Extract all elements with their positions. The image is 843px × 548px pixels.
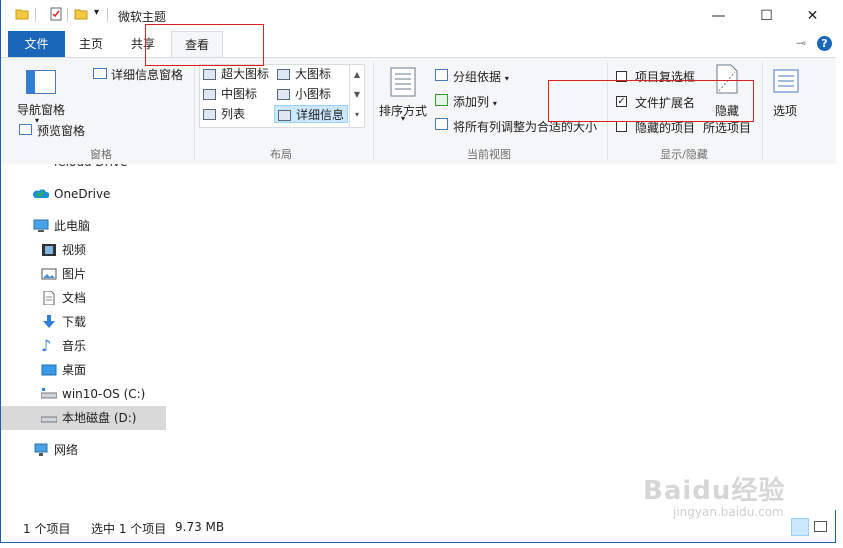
download-icon (43, 315, 55, 328)
group-by-icon (435, 69, 448, 81)
details-pane-button[interactable]: 详细信息窗格 (111, 66, 183, 83)
drive-c-icon (41, 388, 57, 399)
layout-large-icons[interactable]: 大图标 (277, 65, 331, 83)
options-icon (773, 69, 799, 93)
add-columns-button[interactable]: 添加列 ▾ (453, 93, 497, 110)
highlight-file-extensions (548, 80, 754, 122)
selected-size: 9.73 MB (175, 520, 225, 534)
network-icon (34, 443, 48, 456)
details-view-toggle[interactable] (791, 518, 809, 536)
details-icon (278, 110, 291, 121)
group-label-layout: 布局 (270, 148, 292, 161)
quick-access-dropdown-icon[interactable]: ▾ (94, 7, 99, 18)
nav-item-this-pc[interactable]: 此电脑 (1, 214, 166, 238)
layout-list[interactable]: 列表 (203, 105, 245, 123)
tab-home[interactable]: 主页 (67, 31, 115, 57)
add-columns-dropdown-icon: ▾ (492, 99, 497, 108)
close-button[interactable]: ✕ (790, 0, 835, 31)
nav-pane-button[interactable]: 导航窗格 (17, 101, 65, 118)
status-bar: 1 个项目 选中 1 个项目 9.73 MB (1, 515, 837, 541)
medium-icons-icon (203, 89, 216, 100)
nav-item-drive-c[interactable]: win10-OS (C:) (1, 382, 166, 406)
layout-gallery: 超大图标 大图标 中图标 小图标 列表 详细信息 ▲ ▼ ▾ (199, 64, 365, 128)
item-count: 1 个项目 (23, 522, 71, 536)
tab-file[interactable]: 文件 (8, 31, 65, 57)
layout-small-icons[interactable]: 小图标 (277, 85, 331, 103)
sort-by-icon (390, 67, 416, 97)
background-strip (836, 0, 843, 548)
documents-icon (43, 291, 55, 305)
add-columns-icon (435, 94, 448, 106)
size-columns-icon (435, 118, 448, 130)
nav-item-pictures[interactable]: 图片 (1, 262, 166, 286)
large-icons-icon (277, 69, 290, 80)
layout-medium-icons[interactable]: 中图标 (203, 85, 257, 103)
nav-item-onedrive[interactable]: OneDrive (1, 182, 166, 206)
preview-pane-button[interactable]: 预览窗格 (37, 122, 85, 139)
drive-d-icon (41, 416, 57, 423)
details-pane-icon (93, 68, 107, 79)
minimize-button[interactable]: — (696, 0, 741, 31)
list-icon (203, 109, 216, 120)
nav-item-icloud[interactable]: iCloud Drive (1, 164, 166, 174)
small-icons-icon (277, 89, 290, 100)
maximize-button[interactable]: ☐ (744, 0, 789, 31)
folder-icon (15, 9, 29, 20)
extra-large-icons-icon (203, 69, 216, 80)
nav-item-documents[interactable]: 文档 (1, 286, 166, 310)
computer-icon (33, 219, 49, 232)
nav-item-network[interactable]: 网络 (1, 438, 166, 462)
window-title: 微软主题 (118, 10, 167, 24)
properties-icon[interactable] (49, 7, 63, 21)
pin-ribbon-icon[interactable]: ⊸ (796, 36, 806, 50)
ribbon-tabs: 文件 主页 共享 查看 ⊸ ? (1, 31, 837, 57)
pictures-icon (41, 268, 57, 280)
layout-extra-large-icons[interactable]: 超大图标 (203, 65, 269, 83)
nav-item-downloads[interactable]: 下载 (1, 310, 166, 334)
music-icon: ♪ (41, 336, 52, 355)
navigation-pane: iCloud Drive OneDrive 此电脑 视频 图片 文档 下载 ♪ (1, 164, 166, 510)
nav-item-desktop[interactable]: 桌面 (1, 358, 166, 382)
explorer-window: ▾ 微软主题 — ☐ ✕ 文件 主页 共享 查看 ⊸ ? 导航窗格 ▾ 预览窗格… (0, 0, 837, 543)
large-icons-view-toggle[interactable] (814, 521, 827, 532)
onedrive-icon (33, 189, 49, 198)
sort-dropdown-icon[interactable]: ▾ (401, 114, 405, 123)
desktop-icon (41, 364, 57, 376)
layout-scroll[interactable]: ▲ ▼ ▾ (349, 65, 364, 127)
group-by-button[interactable]: 分组依据 ▾ (453, 68, 509, 85)
nav-item-videos[interactable]: 视频 (1, 238, 166, 262)
watermark-logo: Baidu经验 (643, 476, 786, 506)
hidden-items-checkbox[interactable] (616, 121, 627, 132)
group-label-current-view: 当前视图 (467, 148, 511, 161)
video-icon (42, 244, 56, 256)
nav-pane-icon (26, 70, 56, 94)
selected-count: 选中 1 个项目 (91, 522, 167, 536)
layout-details[interactable]: 详细信息 (274, 105, 348, 123)
preview-pane-icon (19, 124, 32, 135)
nav-item-music[interactable]: ♪ 音乐 (1, 334, 166, 358)
help-icon[interactable]: ? (817, 36, 832, 51)
options-button[interactable]: 选项 (773, 102, 797, 119)
title-bar: ▾ 微软主题 — ☐ ✕ (1, 0, 837, 31)
group-by-dropdown-icon: ▾ (504, 74, 509, 83)
file-list-pane[interactable] (166, 164, 836, 510)
group-label-show-hide: 显示/隐藏 (660, 148, 708, 161)
nav-item-drive-d[interactable]: 本地磁盘 (D:) (1, 406, 166, 430)
new-folder-icon[interactable] (74, 7, 88, 21)
group-label-panes: 窗格 (90, 148, 112, 161)
highlight-view-tab (145, 24, 264, 66)
